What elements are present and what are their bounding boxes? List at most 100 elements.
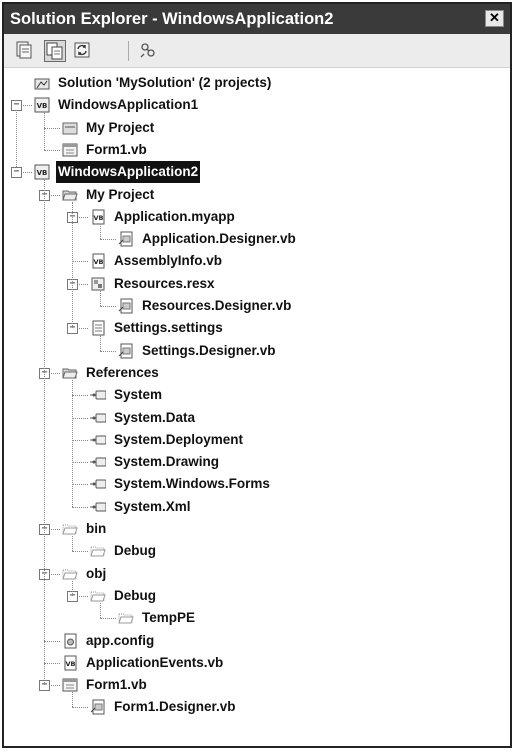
vb-file-icon: VB [62,655,78,671]
tree-guide [44,179,45,686]
folder-hidden-icon [118,610,134,626]
vb-project-icon: VB [34,97,50,113]
tree-item-label: System.Deployment [114,431,244,447]
svg-text:VB: VB [37,169,48,177]
tree-item-label: obj [86,565,107,581]
vb-file-icon: VB [90,209,106,225]
tree-connector [72,707,88,709]
tree-item-label: Debug [114,587,156,603]
solution-explorer-window: Solution Explorer - WindowsApplication2 … [2,2,512,748]
reference-icon [90,410,107,426]
folder-open-icon [62,365,78,381]
tree-connector [100,306,116,307]
toolbar [4,34,510,68]
my-project-icon [62,120,78,136]
tree-item-label: Settings.settings [114,320,223,336]
tree-item-label: My Project [86,119,155,135]
designer-file-icon [118,298,134,314]
tree-connector [44,662,60,664]
tree-connector [72,417,88,419]
tree-item-label: ApplicationEvents.vb [86,654,224,670]
tree-connector [72,439,88,441]
tree-item-label: bin [86,521,107,536]
tree-guide [72,379,73,507]
tree-item-label: System.Xml [114,498,191,514]
tree-guide [100,290,101,306]
tree-connector [44,127,60,129]
form-icon [62,142,78,158]
properties-button[interactable] [14,40,36,62]
tree-guide [44,112,45,150]
tree-item-label: My Project [86,186,155,202]
folder-hidden-icon [62,521,78,537]
reference-icon [90,432,107,448]
window-title: Solution Explorer - WindowsApplication2 [10,10,334,28]
tree-item-label: References [86,364,159,380]
tree-item-label: AssemblyInfo.vb [114,253,223,269]
resx-icon [90,276,106,292]
svg-text:VB: VB [37,102,48,110]
tree-connector [44,640,60,642]
refresh-button[interactable] [72,40,94,62]
reference-icon [90,476,107,492]
tree-item-label: app.config [86,632,155,648]
settings-file-icon [90,320,106,336]
tree-guide [72,580,73,596]
tree-item-label: WindowsApplication1 [58,97,199,113]
tree-item-label: Solution 'MySolution' (2 projects) [58,75,272,90]
tree-item-label: System [114,387,163,403]
vb-project-icon: VB [34,164,50,180]
tree-item-label: Application.myapp [114,208,235,224]
vb-file-icon: VB [90,253,106,269]
tree-item-label: System.Windows.Forms [114,476,270,492]
tree-guide [72,692,73,708]
designer-file-icon [90,699,106,715]
tree-item-label: Debug [114,543,156,559]
tree-guide [100,335,101,351]
tree-connector [72,395,88,397]
tree-connector [72,551,88,553]
tree-item-label: Form1.Designer.vb [114,699,236,715]
tree-guide [16,110,17,168]
tree-item-label: Resources.Designer.vb [142,298,292,313]
title-bar[interactable]: Solution Explorer - WindowsApplication2 … [4,4,510,34]
view-class-diagram-button[interactable] [138,40,160,62]
svg-text:VB: VB [94,258,104,266]
tree-guide [100,223,101,240]
class-diagram-icon [140,43,155,58]
tree-connector [72,261,88,263]
folder-hidden-icon [90,543,106,559]
svg-text:VB: VB [66,660,76,668]
toolbar-separator [128,41,129,61]
tree-connector [44,149,60,151]
reference-icon [90,499,107,515]
reference-icon [90,454,107,470]
designer-file-icon [118,343,134,359]
tree-item-label: Settings.Designer.vb [142,342,276,358]
folder-open-icon [62,187,78,203]
close-button[interactable]: ✕ [485,10,504,27]
show-all-files-button[interactable] [44,40,66,62]
tree-item-label: System.Drawing [114,454,220,470]
collapse-toggle[interactable]: − [11,167,22,179]
tree-item-label: WindowsApplication2 [56,161,201,184]
tree-connector [100,618,116,620]
properties-icon [16,41,32,59]
tree-item-label: System.Data [114,409,196,425]
tree-guide [72,536,73,552]
tree-item-label: Application.Designer.vb [142,231,296,247]
solution-tree: Solution 'MySolution' (2 projects) VB Wind… [4,68,510,746]
tree-connector [100,350,116,352]
refresh-icon [74,42,90,58]
tree-connector [72,462,88,464]
folder-hidden-icon [90,588,106,604]
form-icon [62,677,78,693]
tree-connector [100,239,116,241]
tree-item-label: Resources.resx [114,275,215,291]
config-file-icon [62,633,78,649]
tree-item-label: Form1.vb [86,677,147,693]
tree-guide [72,201,73,329]
show-all-files-icon [46,42,63,60]
tree-connector [72,484,88,486]
reference-icon [90,387,107,403]
